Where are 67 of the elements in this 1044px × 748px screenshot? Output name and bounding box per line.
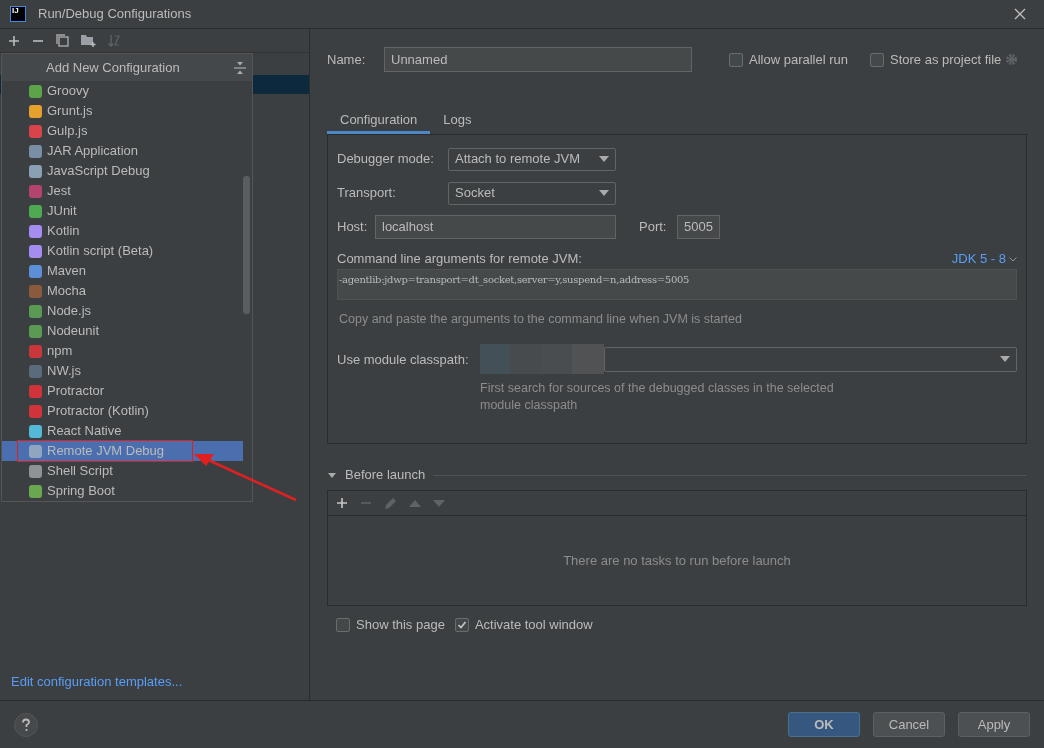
configuration-type-item[interactable]: Kotlin script (Beta) [2,241,243,261]
ok-button[interactable]: OK [788,712,860,737]
arguments-field[interactable]: -agentlib:jdwp=transport=dt_socket,server=y,suspend=n,address=5005 [337,269,1017,300]
port-field[interactable]: 5005 [677,215,720,239]
collapse-icon[interactable] [234,61,246,74]
tab[interactable]: Logs [430,108,485,134]
host-field[interactable]: localhost [375,215,616,239]
checkbox[interactable] [336,617,350,632]
configuration-type-item[interactable]: Mocha [2,281,243,301]
dropdown-caret-icon [1000,356,1010,363]
hint-text: Copy and paste the arguments to the command line when JVM is started [339,311,743,328]
configuration-type-item[interactable]: JUnit [2,201,243,221]
close-icon[interactable] [1014,8,1026,20]
configuration-type-item[interactable]: Grunt.js [2,101,243,121]
checkbox-label: Allow parallel run [749,50,848,69]
dialog-button[interactable]: Cancel [873,712,945,737]
configuration-type-item[interactable]: Spring Boot [2,481,243,501]
app-logo: IJ [10,6,26,22]
new-folder-icon[interactable] [81,34,96,47]
dropdown-caret-icon [599,156,609,162]
checkbox[interactable] [454,617,469,632]
add-icon[interactable] [336,497,348,509]
configuration-type-item[interactable]: NW.js [2,361,243,381]
dialog-button[interactable]: Apply [958,712,1030,737]
configuration-type-item[interactable]: Shell Script [2,461,243,481]
field-label: Debugger mode: [337,150,435,169]
name-label: Name: [327,50,367,69]
checkbox-label: Show this page [356,616,445,634]
section-title: Before launch [345,466,426,485]
transport-dropdown[interactable]: Socket [448,181,616,205]
configuration-type-item[interactable]: Protractor (Kotlin) [2,401,243,421]
configuration-type-item[interactable]: Groovy [2,81,243,101]
configuration-type-item[interactable]: JavaScript Debug [2,161,243,181]
configuration-type-item[interactable]: Nodeunit [2,321,243,341]
checkbox[interactable] [870,52,884,67]
field-label: Transport: [337,184,397,203]
configuration-type-item[interactable]: Jest [2,181,243,201]
popup-title: Add New Configuration [46,58,180,77]
checkbox-label: Activate tool window [474,616,593,634]
chevron-down-icon [1009,256,1017,262]
add-icon[interactable] [8,34,20,47]
configuration-type-item[interactable]: Node.js [2,301,243,321]
field-label: Host: [337,218,369,237]
configuration-type-item[interactable]: Gulp.js [2,121,243,141]
configuration-type-item[interactable]: React Native [2,421,243,441]
empty-tasks-text: There are no tasks to run before launch [563,551,791,570]
field-label: Command line arguments for remote JVM: [337,250,582,269]
copy-icon[interactable] [56,34,69,47]
configuration-type-item[interactable]: npm [2,341,243,361]
hint-text: First search for sources of the debugged classes in the selected module classpath [480,379,835,414]
configuration-type-item[interactable]: Protractor [2,381,243,401]
debugger-mode-dropdown[interactable]: Attach to remote JVM [448,147,616,171]
field-label: Use module classpath: [337,350,470,369]
expanded-triangle-icon[interactable] [327,470,337,480]
tab[interactable]: Configuration [327,108,431,134]
edit-templates-link[interactable]: Edit configuration templates... [0,671,309,700]
field-label: Port: [639,218,668,237]
window-title: Run/Debug Configurations [38,5,192,24]
jdk-version-dropdown[interactable]: JDK 5 - 8 [951,249,1017,269]
name-field[interactable]: Unnamed [384,47,692,72]
checkbox-label: Store as project file [890,50,1002,69]
checkbox[interactable] [729,52,743,67]
configuration-type-item[interactable]: Maven [2,261,243,281]
configuration-type-item[interactable]: JAR Application [2,141,243,161]
help-icon[interactable] [14,712,38,737]
configuration-type-item[interactable]: Kotlin [2,221,243,241]
dropdown-caret-icon [599,190,609,196]
